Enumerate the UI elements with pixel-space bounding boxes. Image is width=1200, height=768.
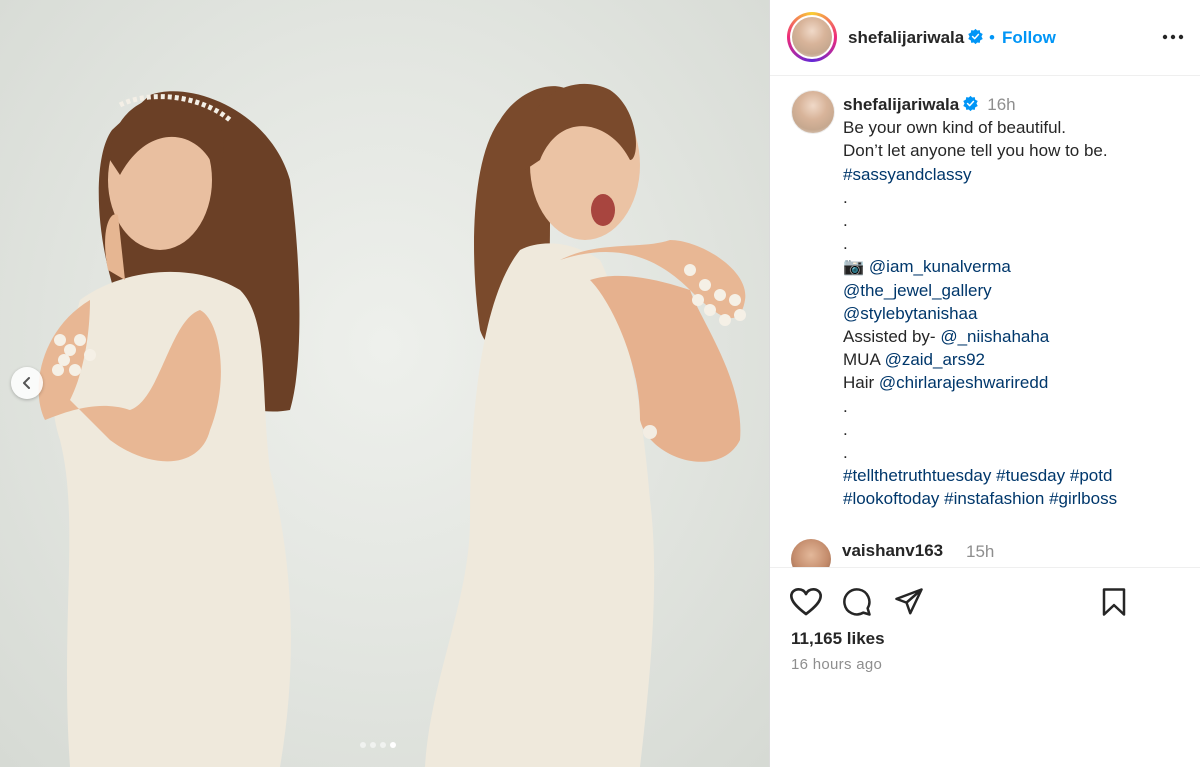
hashtag-link[interactable]: #tuesday [996, 466, 1065, 485]
caption-avatar[interactable] [791, 90, 835, 134]
caption-section: shefalijariwala 16h Be your own kind of b… [770, 77, 1200, 567]
mention-link[interactable]: @the_jewel_gallery [843, 281, 992, 300]
comment-username[interactable]: vaishanv163 [842, 541, 943, 561]
carousel-prev-button[interactable] [11, 367, 43, 399]
caption-dot: . [843, 211, 848, 231]
hashtag-link[interactable]: #sassyandclassy [843, 165, 972, 184]
header-username[interactable]: shefalijariwala [848, 28, 984, 48]
carousel-dot [370, 742, 376, 748]
hashtag-link[interactable]: #tellthetruthtuesday [843, 466, 991, 485]
carousel-dot [360, 742, 366, 748]
credit-label: Assisted by- [843, 327, 941, 347]
left-figure [38, 91, 300, 767]
caption-time: 16h [987, 95, 1016, 114]
comment-icon[interactable] [842, 587, 872, 617]
post-header: shefalijariwala • Follow [770, 0, 1200, 76]
credit-label: MUA [843, 350, 885, 370]
mention-link[interactable]: @chirlarajeshwariredd [879, 373, 1048, 392]
camera-emoji: 📷 [843, 257, 865, 277]
hashtag-link[interactable]: #potd [1070, 466, 1113, 485]
chevron-left-icon [23, 377, 30, 389]
right-figure [425, 83, 746, 767]
post-sidebar: shefalijariwala • Follow shefalijariwala… [769, 0, 1200, 767]
hashtag-link[interactable]: #instafashion [944, 489, 1044, 508]
credit-label: Hair [843, 373, 879, 393]
carousel-dot [390, 742, 396, 748]
verified-icon [968, 28, 983, 45]
share-icon[interactable] [894, 587, 924, 617]
follow-separator: • [989, 28, 995, 47]
mention-link[interactable]: @zaid_ars92 [885, 350, 985, 369]
caption-line: Don’t let anyone tell you how to be. [843, 141, 1108, 161]
post-timestamp[interactable]: 16 hours ago [791, 656, 882, 673]
caption-username[interactable]: shefalijariwala [843, 95, 959, 114]
carousel-indicator [360, 742, 396, 748]
header-username-text[interactable]: shefalijariwala [848, 28, 964, 47]
follow-button[interactable]: Follow [1002, 28, 1056, 48]
profile-avatar[interactable] [787, 12, 837, 62]
likes-count[interactable]: 11,165 likes [791, 629, 885, 649]
caption-dot: . [843, 443, 848, 463]
verified-icon [963, 95, 978, 112]
mention-link[interactable]: @_niishahaha [940, 327, 1049, 346]
caption-body: shefalijariwala 16h Be your own kind of b… [843, 93, 1183, 511]
carousel-dot [380, 742, 386, 748]
photo-illustration [38, 83, 746, 767]
comment-avatar[interactable] [791, 539, 831, 567]
more-icon[interactable] [1162, 26, 1184, 48]
caption-dot: . [843, 396, 848, 416]
mention-link[interactable]: @iam_kunalverma [869, 257, 1011, 276]
bookmark-icon[interactable] [1100, 587, 1128, 617]
caption-dot: . [843, 187, 848, 207]
comment-time: 15h [966, 542, 995, 561]
hashtag-link[interactable]: #girlboss [1049, 489, 1117, 508]
post-image[interactable] [0, 0, 769, 767]
action-bar: 11,165 likes 16 hours ago [770, 567, 1200, 768]
mention-link[interactable]: @stylebytanishaa [843, 304, 977, 323]
hashtag-link[interactable]: #lookoftoday [843, 489, 939, 508]
caption-dot: . [843, 419, 848, 439]
heart-icon[interactable] [790, 587, 822, 617]
caption-line: Be your own kind of beautiful. [843, 118, 1067, 138]
caption-dot: . [843, 234, 848, 254]
